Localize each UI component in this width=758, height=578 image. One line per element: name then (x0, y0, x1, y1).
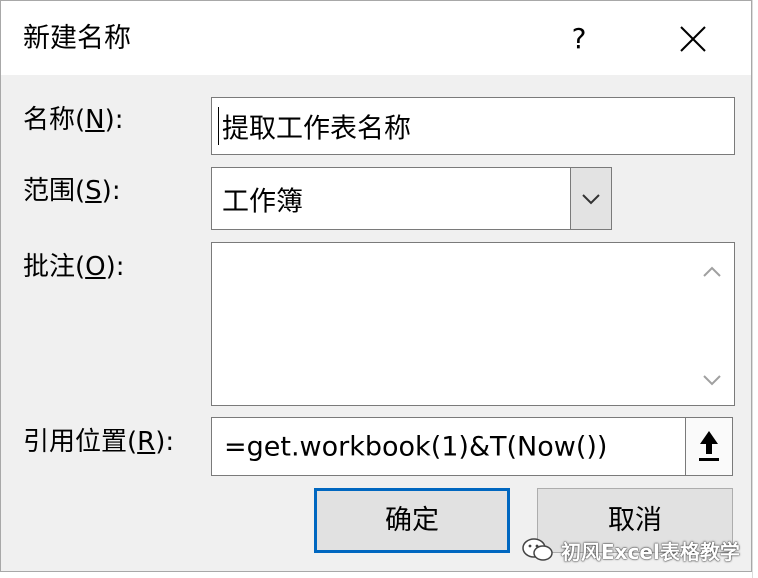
chevron-down-icon (582, 194, 600, 205)
scope-label: 范围(S): (23, 176, 121, 206)
chevron-up-icon (703, 266, 721, 277)
name-label: 名称(N): (23, 105, 124, 135)
scroll-down-button[interactable] (697, 365, 727, 395)
name-input-value: 提取工作表名称 (222, 113, 411, 145)
watermark: 初风Excel表格教学 (521, 535, 740, 565)
collapse-dialog-button[interactable] (685, 417, 733, 476)
collapse-dialog-arrow-icon (699, 431, 719, 461)
help-button[interactable]: ? (557, 15, 601, 63)
comment-label: 批注(O): (23, 252, 125, 282)
close-icon (680, 26, 706, 52)
scope-dropdown-button[interactable] (570, 167, 612, 230)
title-bar: 新建名称 ? (1, 1, 751, 75)
close-button[interactable] (669, 15, 717, 63)
sheet-gridline (752, 0, 753, 578)
scope-select-value: 工作簿 (222, 186, 303, 217)
text-caret (218, 107, 219, 145)
refers-to-value: =get.workbook(1)&T(Now()) (224, 431, 608, 462)
refers-to-input[interactable]: =get.workbook(1)&T(Now()) (211, 417, 686, 476)
scope-select[interactable]: 工作簿 (211, 167, 571, 230)
wechat-logo-icon (522, 538, 553, 561)
chevron-down-icon (703, 375, 721, 386)
dialog-title: 新建名称 (23, 23, 131, 54)
watermark-text: 初风Excel表格教学 (561, 539, 740, 564)
name-input[interactable]: 提取工作表名称 (211, 97, 735, 155)
scroll-up-button[interactable] (697, 257, 727, 287)
ok-button[interactable]: 确定 (314, 488, 510, 553)
comment-textarea[interactable] (211, 242, 735, 406)
refers-to-label: 引用位置(R): (23, 427, 175, 457)
new-name-dialog: 新建名称 ? 名称(N): 提取工作表名称 范围(S): 工作簿 批注(O): (0, 0, 752, 572)
